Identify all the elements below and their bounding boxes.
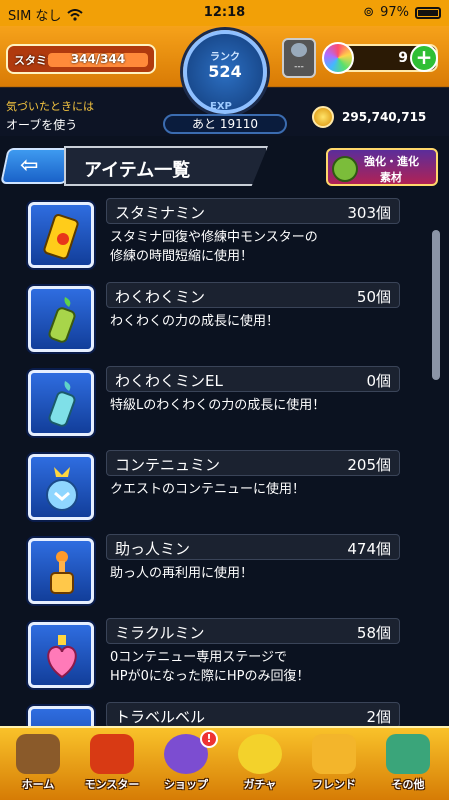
item-name-plate: トラベルベル 2個 — [106, 702, 400, 726]
evolution-material-label-2: 素材 — [380, 171, 402, 184]
helper-icon — [28, 538, 94, 604]
item-count: 58個 — [356, 624, 391, 642]
stamina-value: 344/344 — [70, 52, 126, 66]
notification-badge: ! — [200, 730, 218, 748]
nav-gacha[interactable]: ガチャ — [224, 732, 296, 798]
evolution-material-button[interactable]: 強化・進化 素材 — [326, 148, 438, 186]
item-description: スタミナ回復や修練中モンスターの 修練の時間短縮に使用！ — [110, 230, 318, 264]
bottle-icon — [28, 286, 94, 352]
orientation-lock-icon: ⊚ — [363, 5, 375, 20]
list-scrollbar[interactable] — [432, 230, 440, 380]
item-name: 助っ人ミン — [115, 540, 191, 558]
hint-text-line1: 気づいたときには — [6, 100, 94, 113]
orb-icon — [322, 42, 354, 74]
exp-label: EXP — [210, 101, 232, 112]
gold-value: 295,740,715 — [342, 110, 427, 124]
add-orb-button[interactable]: + — [410, 44, 438, 72]
item-description: わくわくの力の成長に使用！ — [110, 314, 280, 329]
list-item[interactable]: ミラクルミン 58個 0コンテニュー専用ステージで HPが0になった際にHPのみ… — [18, 618, 422, 702]
bottle-el-icon — [28, 370, 94, 436]
item-count: 303個 — [347, 204, 391, 222]
orb-counter: 9 + — [322, 42, 438, 74]
gacha-icon — [238, 734, 282, 774]
item-count: 50個 — [356, 288, 391, 306]
bottom-navigation: ホーム モンスター ! ショップ ガチャ フレンド その他 — [0, 726, 449, 800]
nav-friend[interactable]: フレンド — [298, 732, 370, 798]
item-count: 0個 — [366, 372, 391, 390]
friend-icon — [312, 734, 356, 774]
item-name: わくわくミンEL — [115, 372, 223, 390]
list-item[interactable]: わくわくミン 50個 わくわくの力の成長に使用！ — [18, 282, 422, 366]
status-right: ⊚ 97% — [363, 5, 441, 20]
continue-orb-icon — [28, 454, 94, 520]
stamina-gauge: スタミナ 344/344 — [6, 44, 156, 74]
rank-value: 524 — [208, 62, 242, 81]
item-list[interactable]: スタミナミン 303個 スタミナ回復や修練中モンスターの 修練の時間短縮に使用！… — [18, 196, 422, 726]
nav-shop[interactable]: ! ショップ — [150, 730, 222, 798]
item-name: コンテニュミン — [115, 456, 221, 474]
list-item[interactable]: わくわくミンEL 0個 特級Lのわくわくの力の成長に使用！ — [18, 366, 422, 450]
item-name: スタミナミン — [115, 204, 206, 222]
other-icon — [386, 734, 430, 774]
nav-monster[interactable]: モンスター — [76, 732, 148, 798]
list-item[interactable]: 助っ人ミン 474個 助っ人の再利用に使用！ — [18, 534, 422, 618]
can-icon — [28, 202, 94, 268]
gold-coin-icon — [312, 106, 334, 128]
game-header: スタミナ 344/344 ランク 524 EXP あと 19110 --- 9 … — [0, 26, 449, 136]
item-name-plate: 助っ人ミン 474個 — [106, 534, 400, 560]
list-item[interactable]: スタミナミン 303個 スタミナ回復や修練中モンスターの 修練の時間短縮に使用！ — [18, 198, 422, 282]
exp-remaining: あと 19110 — [163, 114, 287, 134]
page-title: アイテム一覧 — [84, 160, 191, 181]
nav-label: ホーム — [21, 778, 55, 791]
bell-icon — [28, 706, 94, 726]
item-name: トラベルベル — [115, 708, 206, 726]
item-description: 特級Lのわくわくの力の成長に使用！ — [110, 398, 326, 413]
list-item[interactable]: コンテニュミン 205個 クエストのコンテニューに使用！ — [18, 450, 422, 534]
item-name-plate: ミラクルミン 58個 — [106, 618, 400, 644]
device-text: --- — [294, 62, 304, 72]
item-count: 205個 — [347, 456, 391, 474]
title-bar: ⇦ アイテム一覧 強化・進化 素材 — [0, 140, 449, 196]
status-bar: SIM なし 12:18 ⊚ 97% — [0, 0, 449, 26]
back-arrow-icon: ⇦ — [20, 153, 39, 178]
battery-icon — [415, 6, 441, 19]
nav-label: ガチャ — [243, 778, 277, 791]
nav-label: モンスター — [84, 778, 140, 791]
item-name-plate: スタミナミン 303個 — [106, 198, 400, 224]
item-description: クエストのコンテニューに使用！ — [110, 482, 306, 497]
evolution-material-label-1: 強化・進化 — [364, 155, 419, 168]
nav-home[interactable]: ホーム — [2, 732, 74, 798]
item-name-plate: わくわくミン 50個 — [106, 282, 400, 308]
item-count: 2個 — [366, 708, 391, 726]
item-name: わくわくミン — [115, 288, 206, 306]
device-icon[interactable]: --- — [282, 38, 316, 78]
nav-label: ショップ — [164, 778, 208, 791]
item-name-plate: わくわくミンEL 0個 — [106, 366, 400, 392]
back-button[interactable]: ⇦ — [0, 148, 74, 184]
heart-bottle-icon — [28, 622, 94, 688]
nav-other[interactable]: その他 — [372, 732, 444, 798]
item-name: ミラクルミン — [115, 624, 205, 642]
title-plate: アイテム一覧 — [64, 146, 268, 186]
list-item[interactable]: トラベルベル 2個 — [18, 702, 422, 726]
monster-icon — [332, 156, 358, 182]
monster-icon — [90, 734, 134, 774]
item-count: 474個 — [347, 540, 391, 558]
rank-label: ランク — [210, 52, 240, 63]
home-icon — [16, 734, 60, 774]
item-description: 助っ人の再利用に使用！ — [110, 566, 254, 581]
item-description: 0コンテニュー専用ステージで HPが0になった際にHPのみ回復！ — [110, 650, 310, 684]
hint-text-line2: オーブを使う — [6, 118, 78, 132]
orb-count: 9 — [398, 50, 408, 66]
nav-label: フレンド — [312, 778, 356, 791]
nav-label: その他 — [391, 778, 425, 791]
item-name-plate: コンテニュミン 205個 — [106, 450, 400, 476]
battery-percent: 97% — [380, 5, 409, 20]
